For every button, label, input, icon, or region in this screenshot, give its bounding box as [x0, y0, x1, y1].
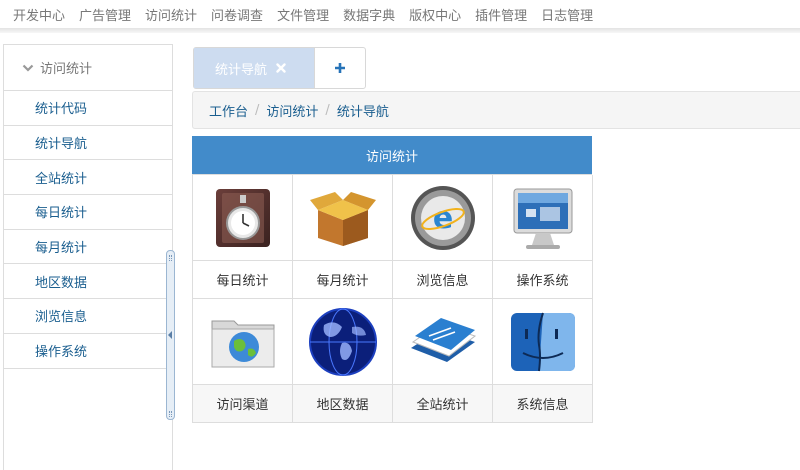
topnav-item-plugins[interactable]: 插件管理	[475, 5, 527, 24]
package-box-icon	[309, 191, 376, 246]
sidebar-item-site-stats[interactable]: 全站统计	[4, 160, 172, 196]
close-icon[interactable]	[276, 63, 286, 73]
sidebar-item-stats-nav[interactable]: 统计导航	[4, 126, 172, 161]
sidebar-item-os[interactable]: 操作系统	[4, 334, 172, 369]
topnav-item-copyright[interactable]: 版权中心	[409, 5, 461, 24]
grid-item-site-stats[interactable]: 全站统计	[393, 299, 493, 423]
sidebar-header[interactable]: 访问统计	[4, 45, 172, 91]
grid-item-system-info[interactable]: 系统信息	[493, 299, 593, 423]
sidebar-item-monthly-stats[interactable]: 每月统计	[4, 230, 172, 265]
grip-icon	[169, 411, 172, 417]
plus-icon	[335, 63, 345, 73]
sidebar: 访问统计 统计代码 统计导航 全站统计 每日统计 每月统计 地区数据 浏览信息 …	[3, 44, 173, 470]
topnav-item-logs[interactable]: 日志管理	[541, 5, 593, 24]
grid-item-label: 全站统计	[393, 385, 492, 422]
grid-item-label: 操作系统	[493, 261, 592, 298]
monitor-icon	[513, 188, 572, 249]
top-nav: 开发中心 广告管理 访问统计 问卷调查 文件管理 数据字典 版权中心 插件管理 …	[0, 0, 800, 28]
grip-icon	[169, 255, 172, 261]
globe-icon	[308, 307, 377, 376]
stats-panel: 访问统计 每日统计 每月统计 e 浏览信息 操作系统 访问渠道 地区数据 全站统…	[192, 136, 593, 423]
topnav-shadow	[0, 28, 800, 33]
sidebar-item-daily-stats[interactable]: 每日统计	[4, 195, 172, 230]
grid-item-monthly-stats[interactable]: 每月统计	[293, 175, 393, 299]
chevron-down-icon	[22, 64, 34, 72]
grid-item-label: 浏览信息	[393, 261, 492, 298]
grid-item-label: 每日统计	[193, 261, 292, 298]
sidebar-header-label: 访问统计	[40, 62, 93, 77]
grid-item-region-data[interactable]: 地区数据	[293, 299, 393, 423]
svg-text:e: e	[432, 201, 452, 236]
grid-item-label: 地区数据	[293, 385, 392, 422]
topnav-item-stats[interactable]: 访问统计	[145, 5, 197, 24]
breadcrumb: 工作台 / 访问统计 / 统计导航	[192, 91, 800, 129]
sidebar-item-stats-code[interactable]: 统计代码	[4, 91, 172, 126]
breadcrumb-item-stats-nav[interactable]: 统计导航	[337, 101, 389, 120]
breadcrumb-item-stats[interactable]: 访问统计	[266, 101, 318, 120]
sidebar-item-browse-info[interactable]: 浏览信息	[4, 299, 172, 334]
tab-bar: 统计导航	[193, 47, 366, 89]
documents-icon	[410, 317, 476, 362]
add-tab-button[interactable]	[315, 48, 365, 88]
topnav-item-survey[interactable]: 问卷调查	[211, 5, 263, 24]
stopwatch-icon	[215, 188, 270, 247]
panel-title: 访问统计	[192, 136, 592, 174]
grid-item-label: 每月统计	[293, 261, 392, 298]
finder-icon	[510, 312, 575, 371]
network-folder-icon	[211, 320, 274, 367]
tab-stats-nav[interactable]: 统计导航	[194, 48, 315, 88]
grid-item-daily-stats[interactable]: 每日统计	[193, 175, 293, 299]
grid-item-label: 访问渠道	[193, 385, 292, 422]
breadcrumb-item-workbench[interactable]: 工作台	[209, 101, 248, 120]
stats-grid: 每日统计 每月统计 e 浏览信息 操作系统 访问渠道 地区数据 全站统计 系统信…	[192, 174, 593, 423]
topnav-item-files[interactable]: 文件管理	[277, 5, 329, 24]
grid-item-label: 系统信息	[493, 385, 592, 422]
grid-item-os[interactable]: 操作系统	[493, 175, 593, 299]
sidebar-item-region-data[interactable]: 地区数据	[4, 264, 172, 300]
collapse-arrow-icon	[168, 331, 172, 339]
browser-icon: e	[410, 185, 475, 250]
topnav-item-dictionary[interactable]: 数据字典	[343, 5, 395, 24]
grid-item-browse-info[interactable]: e 浏览信息	[393, 175, 493, 299]
topnav-item-dev-center[interactable]: 开发中心	[13, 5, 65, 24]
sidebar-collapse-handle[interactable]	[166, 250, 175, 420]
breadcrumb-separator: /	[255, 102, 260, 118]
grid-item-access-channel[interactable]: 访问渠道	[193, 299, 293, 423]
topnav-item-ads[interactable]: 广告管理	[79, 5, 131, 24]
breadcrumb-separator: /	[325, 102, 330, 118]
tab-label: 统计导航	[215, 62, 268, 78]
